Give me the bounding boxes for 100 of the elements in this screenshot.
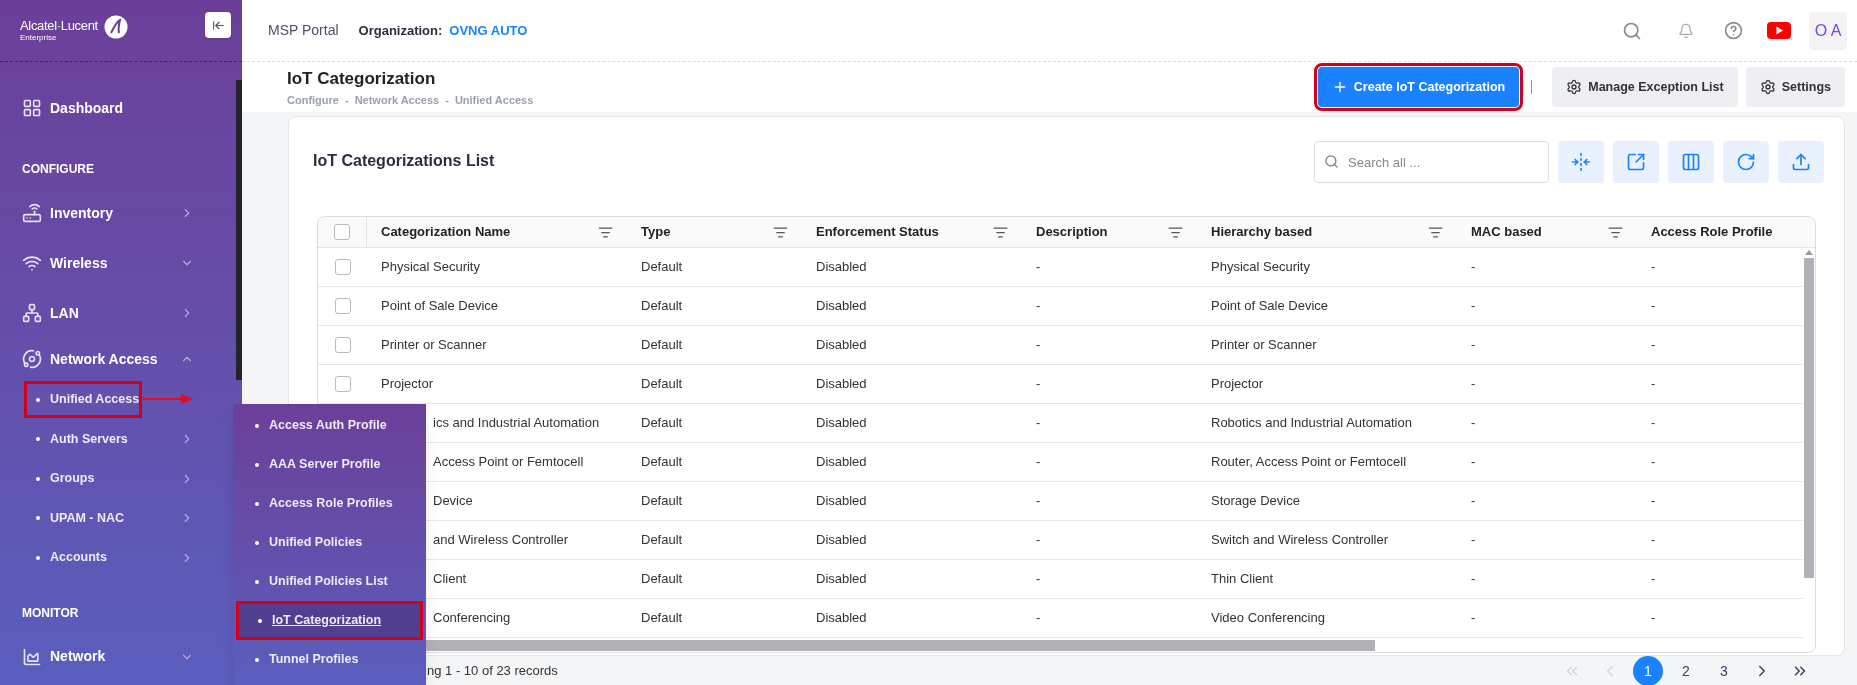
table-cell-text: - [1651,375,1656,394]
breadcrumb-separator: - [445,92,449,108]
table-cell-text: Device [433,492,473,511]
checkbox[interactable] [334,337,351,353]
flyout-item[interactable]: Unified Policies List [233,562,426,601]
checkbox[interactable] [334,259,351,275]
flyout-item[interactable]: IoT Categorization [236,601,423,640]
table-cell-text: - [1651,570,1656,589]
collapse-columns-button[interactable] [1558,141,1604,183]
table-cell-text: Access Point or Femtocell [433,453,584,472]
nav-subitem[interactable]: Groups [0,459,202,499]
nav-item[interactable]: Inventory [0,188,202,238]
bell-icon[interactable] [1678,22,1694,39]
flyout-item[interactable]: Access Auth Profile [233,406,426,445]
external-link-button[interactable] [1613,141,1659,183]
refresh-button[interactable] [1723,141,1769,183]
flyout-item[interactable]: Unified Policies [233,523,426,562]
filter-icon[interactable] [993,224,1008,240]
table-cell-text: - [1036,375,1041,394]
table-cell-text: Disabled [816,258,867,277]
table-cell-text: Switch and Wireless Controller [1211,531,1388,550]
table-cell-text: Default [641,531,683,550]
table-cell-text: Default [641,375,683,394]
column-header[interactable]: Access Role Profile [1651,222,1788,242]
column-header[interactable]: Enforcement Status [816,222,993,242]
bullet-icon [255,423,259,428]
collapse-columns-icon [1571,152,1591,172]
table-cell-text: Router, Access Point or Femtocell [1211,453,1407,472]
filter-icon[interactable] [598,224,613,240]
column-header[interactable]: MAC based [1471,222,1608,242]
checkbox[interactable] [334,298,351,314]
table-cell-text: Storage Device [1211,492,1300,511]
flyout-item[interactable]: Tunnel Profiles [233,640,426,679]
table-cell-text: Point of Sale Device [381,297,499,316]
table-cell-text: - [1036,531,1041,550]
columns-button[interactable] [1668,141,1714,183]
bullet-icon [255,501,259,506]
collapse-button[interactable] [205,12,231,38]
nav-item[interactable]: Network Access [0,338,202,380]
router-icon [22,203,42,223]
table-cell-text: - [1471,297,1476,316]
nav-item[interactable]: LAN [0,288,202,338]
table-cell-text: - [1651,258,1656,277]
search-field[interactable]: Search all ... [1314,141,1549,183]
column-header[interactable]: Description [1036,222,1168,242]
wifi-icon [22,253,42,273]
flyout-item[interactable]: AAA Server Profile [233,445,426,484]
page-button[interactable]: 1 [1633,656,1663,685]
brand-name: Alcatel·Lucent [20,19,98,32]
checkbox[interactable] [334,376,351,392]
portal-name: MSP Portal [268,21,339,40]
table-cell-text: Disabled [816,531,867,550]
checkbox[interactable] [334,224,350,240]
orbit-icon [22,349,42,369]
nav-subitem[interactable]: Accounts [0,538,202,578]
table-cell-text: - [1651,336,1656,355]
search-icon[interactable] [1622,20,1642,41]
logo-icon [103,14,128,39]
filter-icon[interactable] [1608,224,1623,240]
flyout-item[interactable]: Access Role Profiles [233,484,426,523]
column-header[interactable]: Categorization Name [381,222,598,242]
brand-tagline: Enterprise [20,34,58,42]
table-cell-text: Point of Sale Device [1211,297,1329,316]
bullet-icon [255,657,259,662]
column-header[interactable]: Type [641,222,773,242]
action-button[interactable]: Manage Exception List [1552,67,1738,107]
table-cell-text: Printer or Scanner [1211,336,1317,355]
video-play-icon[interactable] [1767,22,1791,39]
nav-subitem[interactable]: UPAM - NAC [0,498,202,538]
upload-button[interactable] [1778,141,1824,183]
bullet-icon [255,540,259,545]
user-avatar[interactable]: O A [1809,11,1847,50]
page-button[interactable]: 2 [1671,656,1701,685]
nav-item[interactable]: Wireless [0,238,202,288]
table-cell-text: Thin Client [1211,570,1274,589]
nav-subitem[interactable]: Unified Access [0,380,202,420]
filter-icon[interactable] [773,224,788,240]
nav-item[interactable]: Dashboard [0,86,202,130]
filter-icon[interactable] [1428,224,1443,240]
table-cell-text: Disabled [816,492,867,511]
table-cell-text: Disabled [816,570,867,589]
table-cell-text: - [1036,414,1041,433]
column-header[interactable]: Hierarchy based [1211,222,1428,242]
nav-subitem[interactable]: Auth Servers [0,419,202,459]
filter-icon[interactable] [1168,224,1183,240]
organization-name[interactable]: OVNG AUTO [449,20,528,41]
table-cell-text: Video Conferencing [1211,609,1325,628]
bullet-icon [36,555,40,560]
bullet-icon [258,618,262,623]
bullet-icon [36,397,40,402]
page-button[interactable]: 3 [1709,656,1739,685]
table-cell-text: - [1471,609,1476,628]
gear-icon [1566,79,1583,95]
table-cell-text: Physical Security [1211,258,1310,277]
table-cell-text: Disabled [816,297,867,316]
table-cell-text: - [1651,453,1656,472]
annotation-arrow [143,393,193,405]
action-button[interactable]: Settings [1745,67,1845,107]
help-icon[interactable] [1724,21,1743,40]
nav-item[interactable]: Network [0,631,202,682]
